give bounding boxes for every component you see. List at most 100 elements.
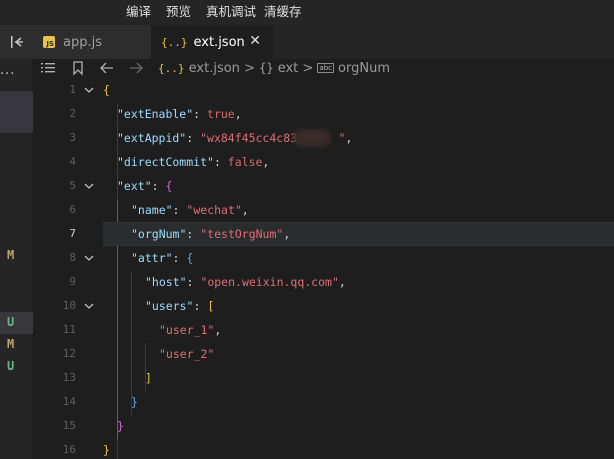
- code-text: "orgNum": "testOrgNum",: [131, 222, 290, 246]
- forward-arrow-icon[interactable]: [128, 60, 144, 76]
- code-token: "attr": [131, 251, 173, 265]
- breadcrumb: {..} ext.json > {} ext > abc orgNum: [158, 60, 390, 77]
- menu-bar: 编译 预览 真机调试 清缓存: [0, 0, 614, 25]
- git-status-badge: U: [7, 315, 15, 329]
- fold-chevron-icon[interactable]: [84, 85, 94, 95]
- code-token: {: [165, 179, 173, 193]
- code-token: ,: [214, 323, 222, 337]
- code-line[interactable]: 8 "attr": {: [33, 246, 614, 270]
- more-icon[interactable]: ...: [0, 63, 15, 78]
- code-token: ": [338, 131, 346, 145]
- code-token: "host": [145, 275, 187, 289]
- code-token: ,: [283, 227, 291, 241]
- code-line[interactable]: 1{: [33, 78, 614, 102]
- sidebar-header: [0, 25, 33, 59]
- fold-chevron-icon[interactable]: [84, 253, 94, 263]
- code-token: :: [186, 131, 201, 145]
- json-file-icon: {..}: [158, 62, 185, 75]
- code-token: }: [117, 419, 124, 433]
- line-number: 5: [69, 179, 76, 192]
- collapse-sidebar-icon[interactable]: [9, 34, 25, 50]
- menu-compile[interactable]: 编译: [126, 4, 151, 20]
- code-token: ]: [145, 371, 152, 385]
- code-token: "wechat": [186, 203, 242, 217]
- back-arrow-icon[interactable]: [99, 60, 115, 76]
- code-token: "user_1": [159, 323, 215, 337]
- code-token: "extEnable": [117, 107, 194, 121]
- code-line[interactable]: 6 "name": "wechat",: [33, 198, 614, 222]
- json-file-icon: {..}: [161, 35, 188, 49]
- tab-app-js[interactable]: JS app.js: [33, 25, 151, 59]
- breadcrumb-separator: >: [244, 61, 255, 76]
- line-number: 7: [69, 227, 76, 240]
- tab-label: app.js: [63, 34, 102, 50]
- code-line[interactable]: 13]: [33, 366, 614, 390]
- code-token: :: [172, 251, 187, 265]
- code-line[interactable]: 9 "host": "open.weixin.qq.com",: [33, 270, 614, 294]
- code-line[interactable]: 11 "user_1",: [33, 318, 614, 342]
- code-token: "orgNum": [131, 227, 187, 241]
- sidebar-row[interactable]: U: [0, 356, 33, 378]
- breadcrumb-file[interactable]: ext.json: [189, 61, 240, 76]
- code-token: {: [186, 251, 194, 265]
- git-status-badge: U: [7, 359, 15, 373]
- code-line[interactable]: 10 "users": [: [33, 294, 614, 318]
- code-line[interactable]: 5 "ext": {: [33, 174, 614, 198]
- code-line[interactable]: 12 "user_2": [33, 342, 614, 366]
- line-number: 8: [69, 251, 76, 264]
- line-number: 16: [62, 443, 76, 456]
- menu-device-debug[interactable]: 真机调试: [206, 4, 256, 20]
- code-token: ,: [345, 131, 353, 145]
- close-icon[interactable]: ✕: [249, 33, 261, 49]
- code-editor[interactable]: 1{2 "extEnable": true, 3 "extAppid": "wx84f…: [33, 79, 614, 459]
- breadcrumb-separator: >: [302, 61, 314, 76]
- code-token: {: [103, 83, 110, 97]
- code-token: "ext": [117, 179, 152, 193]
- code-line[interactable]: 16}: [33, 438, 614, 459]
- code-text: "ext": {: [117, 174, 172, 198]
- sidebar-row[interactable]: M: [0, 334, 33, 356]
- code-text: {: [103, 78, 110, 102]
- code-token: }: [103, 443, 110, 457]
- code-text: "directCommit": false,: [117, 150, 269, 174]
- code-text: "name": "wechat",: [131, 198, 249, 222]
- sidebar-row[interactable]: M: [0, 245, 33, 267]
- code-line[interactable]: 14}: [33, 390, 614, 414]
- code-text: "user_2": [159, 342, 214, 366]
- fold-chevron-icon[interactable]: [84, 181, 94, 191]
- sidebar-row[interactable]: U: [0, 312, 33, 334]
- code-line[interactable]: 15}: [33, 414, 614, 438]
- breadcrumb-object[interactable]: ext: [278, 61, 299, 76]
- code-line[interactable]: 7 "orgNum": "testOrgNum",: [33, 222, 614, 246]
- git-status-badge: M: [7, 337, 15, 351]
- line-number: 15: [62, 419, 76, 432]
- line-number: 4: [69, 155, 76, 168]
- code-token: :: [193, 299, 208, 313]
- code-token: [: [207, 299, 215, 313]
- code-token: "users": [145, 299, 194, 313]
- fold-chevron-icon[interactable]: [84, 301, 94, 311]
- code-text: "host": "open.weixin.qq.com",: [145, 270, 346, 294]
- code-line[interactable]: 4 "directCommit": false,: [33, 150, 614, 174]
- string-property-icon: abc: [317, 63, 335, 73]
- code-text: "attr": {: [131, 246, 193, 270]
- code-token: ,: [338, 275, 346, 289]
- menu-preview[interactable]: 预览: [166, 4, 191, 20]
- object-icon: {}: [259, 61, 274, 75]
- line-number: 14: [62, 395, 76, 408]
- line-number: 1: [69, 83, 76, 96]
- code-line[interactable]: 2 "extEnable": true,: [33, 102, 614, 126]
- bookmark-icon[interactable]: [70, 60, 86, 76]
- sidebar-selected-item[interactable]: [0, 91, 33, 133]
- breadcrumb-property[interactable]: orgNum: [338, 61, 390, 76]
- tab-ext-json[interactable]: {..} ext.json ✕: [151, 25, 273, 59]
- outline-list-icon[interactable]: [40, 60, 56, 76]
- code-token: :: [151, 179, 166, 193]
- line-number: 13: [62, 371, 76, 384]
- code-token: false: [227, 155, 263, 169]
- menu-clear-cache[interactable]: 清缓存: [264, 4, 302, 20]
- code-text: }: [131, 390, 138, 414]
- code-token: "testOrgNum": [200, 227, 284, 241]
- code-token: ,: [234, 107, 242, 121]
- redaction-blur: [293, 129, 331, 147]
